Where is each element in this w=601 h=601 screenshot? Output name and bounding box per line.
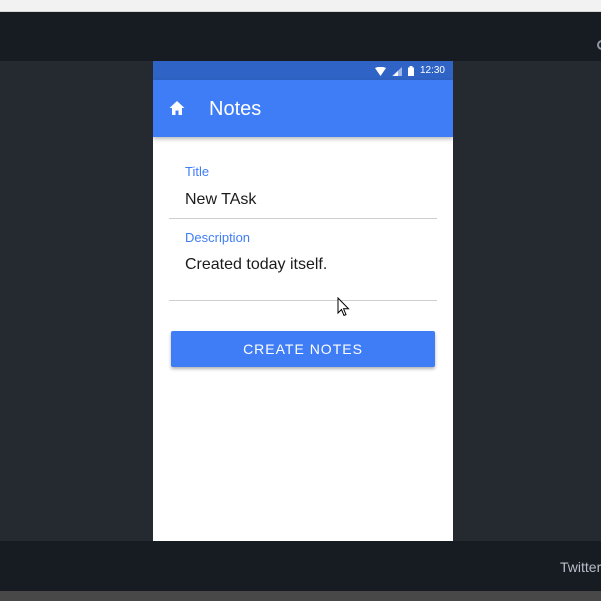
browser-chrome-strip <box>0 0 601 12</box>
wifi-icon <box>374 66 386 76</box>
battery-icon <box>407 66 414 76</box>
description-field-label: Description <box>185 230 251 245</box>
description-field-underline <box>169 300 437 301</box>
bottom-strip <box>0 591 601 601</box>
screen: 12:30 Notes Title New TAsk Description C… <box>0 0 601 601</box>
header-menu-icon[interactable] <box>597 40 601 50</box>
home-icon[interactable] <box>168 99 186 117</box>
title-field[interactable]: New TAsk <box>185 191 256 209</box>
status-time: 12:30 <box>419 65 445 76</box>
cellular-signal-icon <box>391 66 402 76</box>
app-title: Notes <box>209 98 262 120</box>
title-field-underline <box>169 218 437 219</box>
phone-screen: 12:30 Notes Title New TAsk Description C… <box>153 61 453 541</box>
site-header <box>0 12 601 61</box>
mouse-cursor-icon <box>337 297 350 317</box>
app-bar: Notes <box>153 80 453 137</box>
title-field-label: Title <box>185 164 210 179</box>
description-field[interactable]: Created today itself. <box>185 256 327 274</box>
status-bar: 12:30 <box>153 61 453 80</box>
create-notes-button[interactable]: CREATE NOTES <box>171 331 435 367</box>
status-icons: 12:30 <box>374 65 445 77</box>
site-footer: Twitter <box>0 541 601 591</box>
footer-twitter-link[interactable]: Twitter <box>560 559 601 575</box>
